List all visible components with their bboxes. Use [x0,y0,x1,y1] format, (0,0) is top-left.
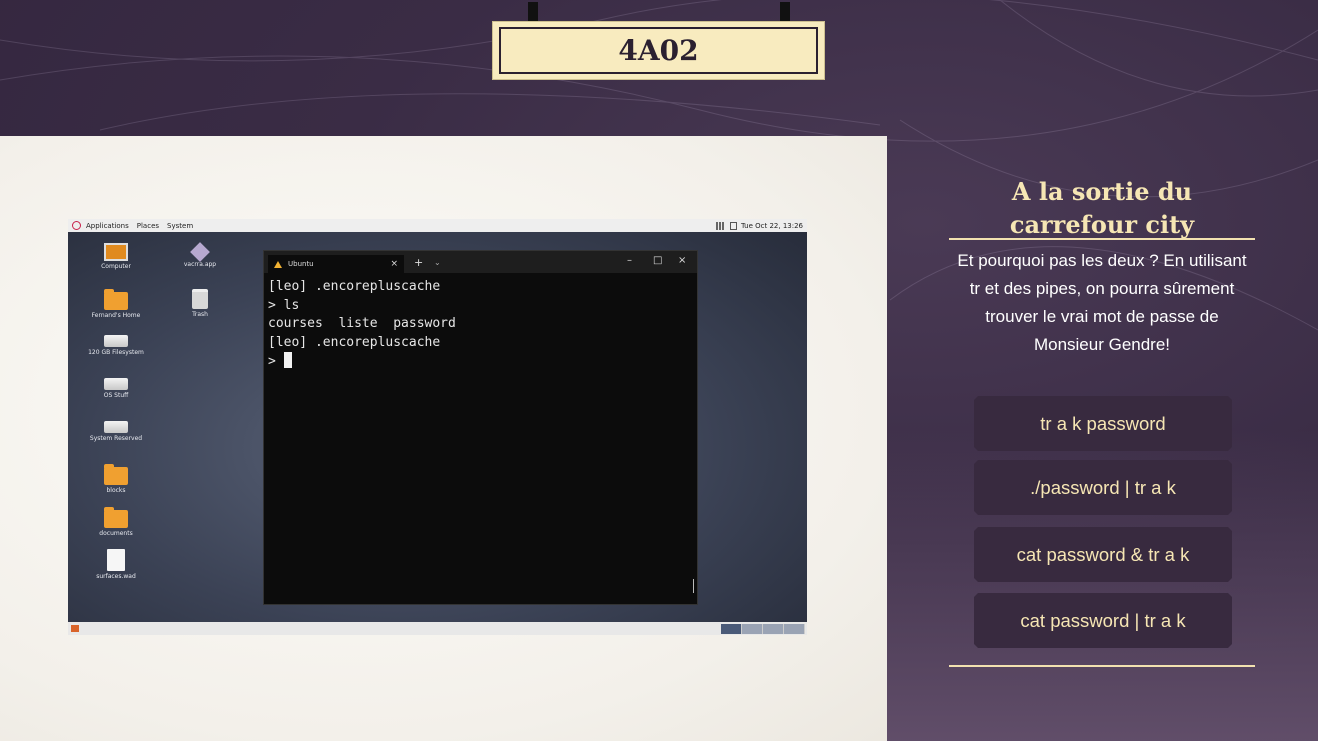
desktop-icon-system-reserved[interactable]: System Reserved [86,421,146,442]
workspace-4[interactable] [784,624,805,634]
slide-title: 4A02 [618,34,699,67]
terminal-titlebar[interactable]: Ubuntu × + ⌄ – □ × [264,251,697,273]
desktop-top-bar: Applications Places System Tue Oct 22, 1… [68,219,807,232]
desktop-icon-home[interactable]: Fernand's Home [86,289,146,319]
desktop-icon-os-stuff[interactable]: OS Stuff [86,378,146,399]
app-icon [190,242,210,262]
folder-icon [104,507,128,528]
locked-folder-icon [104,464,128,485]
footer-divider [949,665,1255,667]
computer-icon [104,243,128,261]
terminal-line: [leo] .encorepluscache [268,334,441,350]
answer-button-2[interactable]: ./password | tr a k [974,460,1232,515]
drive-icon [104,421,128,433]
terminal-line: > ls [268,297,300,313]
menu-system[interactable]: System [167,222,193,230]
terminal-prompt-line[interactable]: > [268,352,693,372]
terminal-window[interactable]: Ubuntu × + ⌄ – □ × [leo] .encorepluscach… [263,250,698,605]
desktop-icon-blocks[interactable]: blocks [86,464,146,494]
menu-places[interactable]: Places [137,222,159,230]
desktop-screenshot: Applications Places System Tue Oct 22, 1… [68,219,807,635]
sign-hanger-right [780,2,790,22]
desktop-icon-trash[interactable]: Trash [170,289,230,318]
title-sign: 4A02 [492,21,825,80]
file-icon [107,549,125,571]
answer-button-3[interactable]: cat password & tr a k [974,527,1232,582]
debian-logo-icon [72,221,81,230]
clipboard-icon[interactable] [729,221,737,230]
terminal-line: courses liste password [268,316,456,332]
terminal-tab-title: Ubuntu [288,260,314,268]
title-frame: 4A02 [499,27,818,74]
workspace-3[interactable] [763,624,784,634]
desktop-icon-filesystem[interactable]: 120 GB Filesystem [86,335,146,356]
terminal-prompt: > [268,354,284,370]
show-desktop-icon[interactable] [71,625,79,632]
close-tab-icon[interactable]: × [390,259,398,269]
minimize-button[interactable]: – [627,255,632,266]
question-text: Et pourquoi pas les deux ? En utilisant … [957,251,1247,354]
drive-icon [104,378,128,390]
desktop-icon-documents[interactable]: documents [86,507,146,537]
ubuntu-warning-icon [274,260,282,268]
drive-icon [104,335,128,347]
heading-divider [949,238,1255,240]
terminal-cursor [283,352,292,369]
maximize-button[interactable]: □ [653,255,662,266]
desktop-icon-app[interactable]: vacrra.app [170,242,230,268]
answer-button-4[interactable]: cat password | tr a k [974,593,1232,648]
menu-applications[interactable]: Applications [86,222,129,230]
new-tab-button[interactable]: + [414,256,423,269]
close-window-button[interactable]: × [678,255,686,266]
desktop-icon-computer[interactable]: Computer [86,243,146,270]
tab-dropdown-icon[interactable]: ⌄ [434,258,441,267]
terminal-line: [leo] .encorepluscache [268,279,441,294]
sign-hanger-left [528,2,538,22]
desktop-icon-file[interactable]: surfaces.wad [86,549,146,580]
desktop-bottom-bar [68,622,807,635]
network-signal-icon[interactable] [715,221,726,230]
clock[interactable]: Tue Oct 22, 13:26 [741,222,803,230]
answer-button-1[interactable]: tr a k password [974,396,1232,451]
workspace-2[interactable] [742,624,763,634]
workspace-1[interactable] [721,624,742,634]
terminal-output[interactable]: [leo] .encorepluscache > ls courses liste … [268,278,693,372]
terminal-tab[interactable]: Ubuntu × [268,255,404,273]
terminal-scrollbar[interactable] [693,579,694,593]
question-heading: A la sortie du carrefour city [1009,177,1195,239]
trash-icon [192,289,208,309]
home-folder-icon [104,289,128,310]
